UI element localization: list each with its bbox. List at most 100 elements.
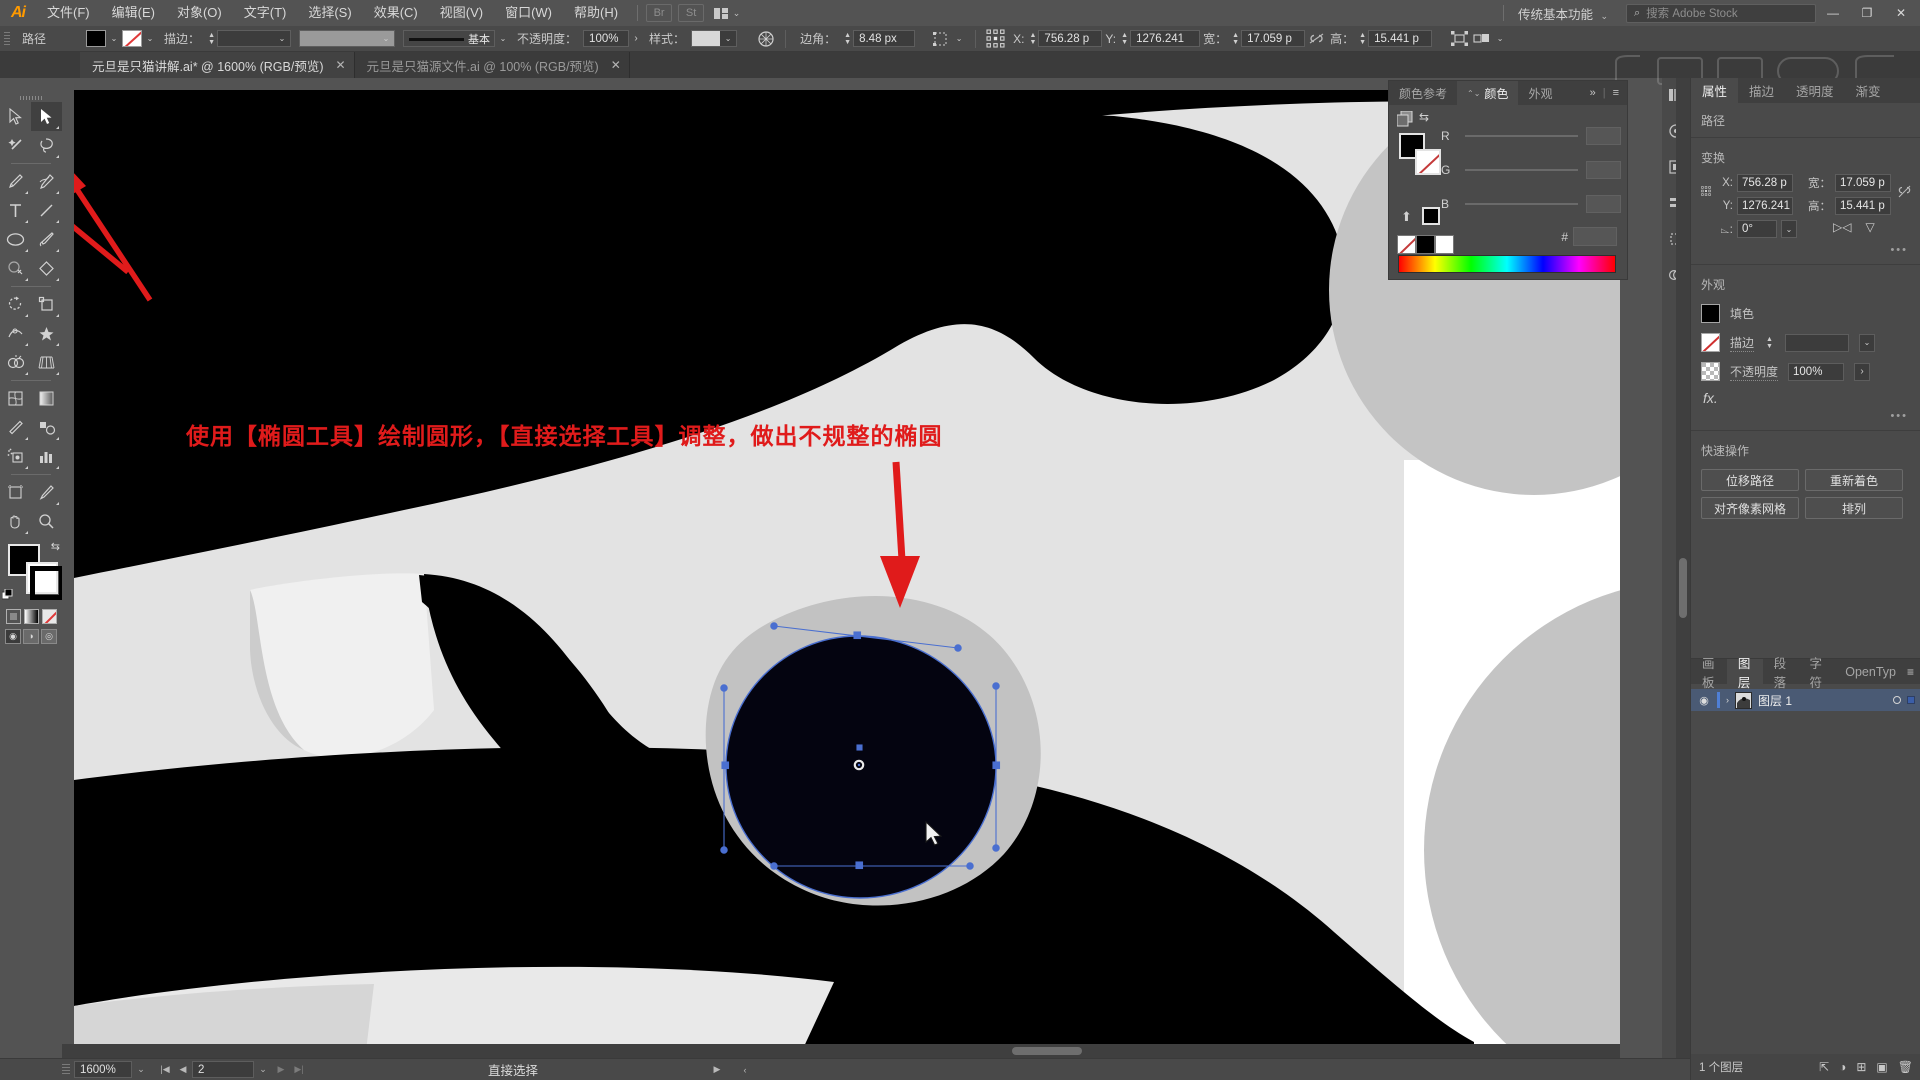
control-y-stepper[interactable]: ▲ ▼ bbox=[1119, 30, 1130, 47]
symbol-sprayer-tool[interactable] bbox=[0, 442, 31, 471]
offset-path-button[interactable]: 位移路径 bbox=[1701, 469, 1799, 491]
flip-vertical-icon[interactable]: ▽ bbox=[1865, 220, 1874, 234]
document-tab-active[interactable]: 元旦是只猫讲解.ai* @ 1600% (RGB/预览) ✕ bbox=[80, 52, 355, 78]
workspace-selector[interactable]: 传统基本功能 ⌄ bbox=[1512, 4, 1614, 23]
fill-chevron-icon[interactable]: ⌄ bbox=[106, 30, 122, 47]
prop-x-field[interactable]: 756.28 p bbox=[1737, 174, 1793, 192]
collapse-panel-icon[interactable]: » bbox=[1590, 87, 1596, 99]
layer-expand-icon[interactable]: › bbox=[1726, 695, 1729, 705]
layer-selection-indicator[interactable] bbox=[1907, 696, 1915, 704]
opacity-flyout-icon[interactable]: › bbox=[629, 33, 643, 44]
reference-point-selector[interactable] bbox=[1701, 180, 1711, 202]
stroke-color-swatch[interactable] bbox=[122, 30, 143, 47]
slice-tool[interactable] bbox=[31, 478, 62, 507]
constrain-proportions-icon[interactable] bbox=[1305, 30, 1327, 48]
channel-field-b[interactable] bbox=[1586, 195, 1621, 213]
canvas-vertical-scrollbar[interactable] bbox=[1676, 78, 1690, 1080]
lasso-tool[interactable] bbox=[31, 131, 62, 160]
control-h-field[interactable]: 15.441 p bbox=[1368, 30, 1433, 47]
stroke-profile-field[interactable]: 基本 bbox=[403, 30, 496, 47]
layer-target-icon[interactable] bbox=[1893, 696, 1901, 704]
swap-fill-stroke-icon[interactable]: ⇆ bbox=[51, 540, 60, 553]
layer-visibility-icon[interactable]: ◉ bbox=[1697, 694, 1711, 707]
effects-fx-button[interactable]: fx. bbox=[1691, 386, 1920, 410]
graphic-style-field[interactable]: ⌄ bbox=[691, 30, 738, 47]
document-tab-close-icon[interactable]: ✕ bbox=[611, 58, 621, 72]
free-transform-tool[interactable] bbox=[31, 319, 62, 348]
constrain-proportions-icon[interactable] bbox=[1897, 184, 1912, 203]
stroke-chevron-icon[interactable]: ⌄ bbox=[142, 30, 158, 47]
locate-object-icon[interactable]: ⇱ bbox=[1819, 1060, 1829, 1074]
color-panel-stroke-swatch[interactable] bbox=[1415, 149, 1441, 175]
prop-h-field[interactable]: 15.441 p bbox=[1835, 197, 1891, 215]
status-next-icon[interactable]: ▶ bbox=[708, 1061, 726, 1078]
tab-stroke[interactable]: 描边 bbox=[1738, 78, 1785, 103]
stroke-weight-stepper[interactable]: ▲ ▼ bbox=[206, 30, 217, 47]
menu-file[interactable]: 文件(F) bbox=[36, 0, 101, 26]
zoom-level-field[interactable]: 1600% bbox=[74, 1061, 132, 1078]
prop-angle-field[interactable]: 0° bbox=[1737, 220, 1777, 238]
tab-character[interactable]: 字符 bbox=[1798, 657, 1834, 690]
artboard-tool[interactable] bbox=[0, 478, 31, 507]
vertical-scroll-thumb[interactable] bbox=[1679, 558, 1687, 618]
minimize-button[interactable]: — bbox=[1816, 0, 1850, 26]
reference-point-selector[interactable] bbox=[986, 29, 1005, 48]
width-tool[interactable] bbox=[0, 319, 31, 348]
select-similar-icon[interactable] bbox=[1470, 30, 1492, 48]
tab-transparency[interactable]: 透明度 bbox=[1785, 78, 1845, 103]
tab-artboards[interactable]: 画板 bbox=[1691, 657, 1727, 690]
control-w-stepper[interactable]: ▲ ▼ bbox=[1230, 30, 1241, 47]
hex-field[interactable] bbox=[1573, 227, 1617, 246]
appearance-opacity-swatch[interactable] bbox=[1701, 362, 1720, 381]
channel-slider-r[interactable] bbox=[1465, 135, 1578, 137]
menu-select[interactable]: 选择(S) bbox=[297, 0, 362, 26]
menu-window[interactable]: 窗口(W) bbox=[494, 0, 563, 26]
document-tab-close-icon[interactable]: ✕ bbox=[335, 58, 345, 72]
bridge-icon[interactable]: Br bbox=[646, 4, 673, 22]
mesh-tool[interactable] bbox=[0, 384, 31, 413]
ellipse-tool[interactable] bbox=[0, 225, 31, 254]
transform-panel-icon[interactable] bbox=[929, 30, 951, 48]
zoom-chevron-icon[interactable]: ⌄ bbox=[132, 1061, 150, 1078]
hand-tool[interactable] bbox=[0, 507, 31, 536]
control-y-field[interactable]: 1276.241 bbox=[1130, 30, 1201, 47]
perspective-grid-tool[interactable] bbox=[31, 348, 62, 377]
eraser-tool[interactable] bbox=[31, 254, 62, 283]
color-mode-solid[interactable] bbox=[5, 608, 21, 624]
tab-color-guide[interactable]: 颜色参考 bbox=[1389, 81, 1457, 105]
magic-wand-tool[interactable] bbox=[0, 131, 31, 160]
opacity-field[interactable]: 100% bbox=[583, 30, 630, 47]
align-panel-icon[interactable] bbox=[1448, 30, 1470, 48]
last-artboard-icon[interactable]: ▶| bbox=[290, 1061, 308, 1078]
line-segment-tool[interactable] bbox=[31, 196, 62, 225]
rotate-tool[interactable] bbox=[0, 290, 31, 319]
tab-opentype[interactable]: OpenTyp bbox=[1834, 659, 1907, 684]
tab-paragraph[interactable]: 段落 bbox=[1763, 657, 1799, 690]
apply-last-color-icon[interactable]: ⬆ bbox=[1401, 209, 1412, 225]
default-fill-stroke-icon[interactable] bbox=[2, 589, 13, 600]
corner-stepper[interactable]: ▲ ▼ bbox=[842, 30, 853, 47]
select-similar-chevron-icon[interactable]: ⌄ bbox=[1492, 30, 1508, 47]
channel-field-g[interactable] bbox=[1586, 161, 1621, 179]
column-graph-tool[interactable] bbox=[31, 442, 62, 471]
layer-row[interactable]: ◉ › 图层 1 bbox=[1691, 689, 1920, 711]
stock-search-input[interactable]: ⌕ 搜索 Adobe Stock bbox=[1626, 3, 1816, 23]
control-w-field[interactable]: 17.059 p bbox=[1241, 30, 1306, 47]
canvas-area[interactable]: 使用【椭圆工具】绘制圆形，【直接选择工具】调整，做出不规整的椭圆 bbox=[62, 90, 1620, 1068]
close-button[interactable]: ✕ bbox=[1884, 0, 1918, 26]
artboard-chevron-icon[interactable]: ⌄ bbox=[254, 1061, 272, 1078]
stroke-style-field[interactable]: ⌄ bbox=[299, 30, 396, 47]
tab-properties[interactable]: 属性 bbox=[1691, 78, 1739, 103]
color-mode-none[interactable] bbox=[41, 608, 57, 624]
arrange-documents-icon[interactable]: ⌄ bbox=[710, 4, 744, 22]
status-mode-label[interactable]: 直接选择 bbox=[488, 1060, 538, 1079]
eyedropper-tool[interactable] bbox=[0, 413, 31, 442]
tab-gradient[interactable]: 渐变 bbox=[1845, 78, 1892, 103]
gradient-tool[interactable] bbox=[31, 384, 62, 413]
fill-stroke-proxy-icon[interactable] bbox=[1397, 111, 1413, 127]
menu-view[interactable]: 视图(V) bbox=[429, 0, 494, 26]
appearance-stroke-chevron-icon[interactable]: ⌄ bbox=[1859, 333, 1876, 352]
recolor-button[interactable]: 重新着色 bbox=[1805, 469, 1903, 491]
document-tab-inactive[interactable]: 元旦是只猫源文件.ai @ 100% (RGB/预览) ✕ bbox=[354, 52, 630, 78]
tab-color[interactable]: ⌃⌄ 颜色 bbox=[1457, 81, 1519, 105]
